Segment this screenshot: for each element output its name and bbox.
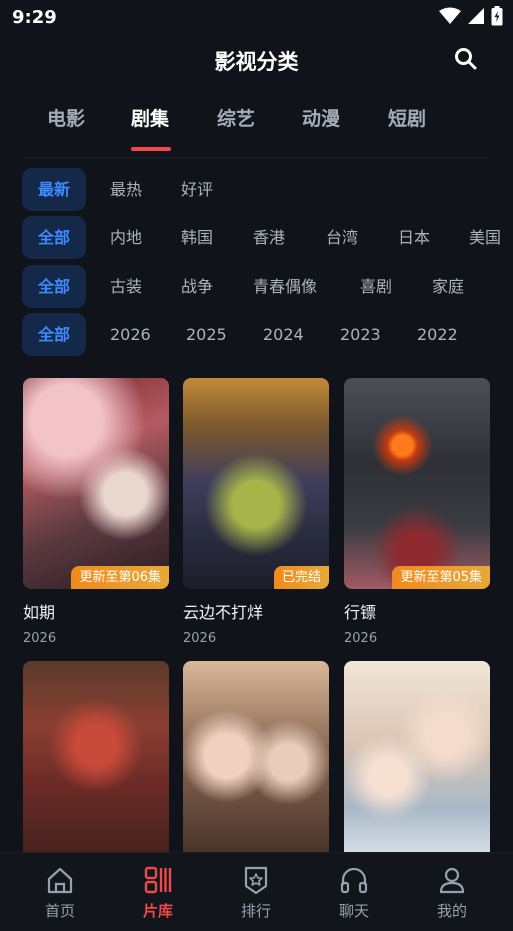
poster-image: 已完结 [183,378,329,589]
library-icon [144,866,172,894]
nav-ranking-label: 排行 [240,902,271,920]
wifi-icon [439,7,461,24]
ranking-icon [244,866,268,895]
filter-year-2023[interactable]: 2023 [340,313,381,356]
poster-image [344,661,490,872]
nav-library-label: 片库 [142,902,173,920]
filter-sort-hottest[interactable]: 最热 [110,168,142,211]
region-filter-row: 全部 内地 韩国 香港 台湾 日本 美国 [0,216,513,260]
tab-movies[interactable]: 电影 [47,104,85,131]
filter-region-korea[interactable]: 韩国 [181,216,213,259]
filter-region-hongkong[interactable]: 香港 [253,216,285,259]
card-title: 行镖 [344,603,377,622]
card-year: 2026 [344,631,378,646]
search-button[interactable] [453,46,481,74]
home-icon [47,867,73,894]
headphones-icon [340,867,368,894]
drama-card[interactable] [183,661,329,872]
episode-badge: 更新至第05集 [392,566,490,589]
card-title: 云边不打烊 [183,603,264,622]
filter-genre-youth-idol[interactable]: 青春偶像 [253,265,317,308]
status-time: 9:29 [12,7,57,28]
drama-card[interactable]: 更新至第05集 行镖 2026 [344,378,490,646]
nav-chat-label: 聊天 [338,902,369,920]
filter-region-all[interactable]: 全部 [22,216,86,259]
filter-year-2025[interactable]: 2025 [186,313,227,356]
nav-library[interactable]: 片库 [123,865,193,921]
episode-badge: 已完结 [273,566,329,589]
search-icon [455,48,477,70]
filter-year-all[interactable]: 全部 [22,313,86,356]
filter-sort-latest[interactable]: 最新 [22,168,86,211]
sort-filter-row: 最新 最热 好评 [0,168,513,212]
poster-image [183,661,329,872]
drama-card[interactable] [23,661,169,872]
page-title: 影视分类 [214,50,299,74]
app-header: 影视分类 [0,36,513,84]
card-title: 如期 [23,603,56,622]
nav-home[interactable]: 首页 [25,865,95,921]
poster-image [23,661,169,872]
filter-genre-family[interactable]: 家庭 [432,265,464,308]
nav-profile-label: 我的 [436,902,467,920]
filter-sort-top-rated[interactable]: 好评 [181,168,213,211]
filter-year-2026[interactable]: 2026 [110,313,151,356]
poster-image: 更新至第06集 [23,378,169,589]
nav-home-label: 首页 [44,902,75,920]
tabs-divider [22,157,490,158]
year-filter-row: 全部 2026 2025 2024 2023 2022 [0,313,513,357]
status-bar: 9:29 [0,0,513,36]
status-icons [439,6,503,26]
active-tab-indicator [131,147,171,151]
signal-icon [468,8,484,24]
filter-region-taiwan[interactable]: 台湾 [326,216,358,259]
filter-region-mainland[interactable]: 内地 [110,216,142,259]
filter-region-japan[interactable]: 日本 [398,216,430,259]
battery-icon [491,6,503,26]
tab-variety[interactable]: 综艺 [217,104,255,131]
profile-icon [439,867,465,894]
nav-chat[interactable]: 聊天 [319,865,389,921]
filter-genre-war[interactable]: 战争 [181,265,213,308]
episode-badge: 更新至第06集 [71,566,169,589]
filter-year-2022[interactable]: 2022 [417,313,458,356]
bottom-nav: 首页 片库 排行 聊天 我的 [0,852,513,931]
poster-image: 更新至第05集 [344,378,490,589]
filter-genre-all[interactable]: 全部 [22,265,86,308]
tab-series[interactable]: 剧集 [131,104,169,131]
filter-year-2024[interactable]: 2024 [263,313,304,356]
tab-anime[interactable]: 动漫 [302,104,340,131]
nav-profile[interactable]: 我的 [417,865,487,921]
drama-card[interactable] [344,661,490,872]
nav-ranking[interactable]: 排行 [221,865,291,921]
drama-card[interactable]: 更新至第06集 如期 2026 [23,378,169,646]
drama-card[interactable]: 已完结 云边不打烊 2026 [183,378,329,646]
tab-short-drama[interactable]: 短剧 [388,104,426,131]
card-year: 2026 [183,631,217,646]
filter-genre-comedy[interactable]: 喜剧 [360,265,392,308]
category-tabs: 电影 剧集 综艺 动漫 短剧 [0,96,513,156]
filter-genre-costume[interactable]: 古装 [110,265,142,308]
genre-filter-row: 全部 古装 战争 青春偶像 喜剧 家庭 [0,265,513,309]
card-year: 2026 [23,631,57,646]
filter-region-usa[interactable]: 美国 [469,216,501,259]
